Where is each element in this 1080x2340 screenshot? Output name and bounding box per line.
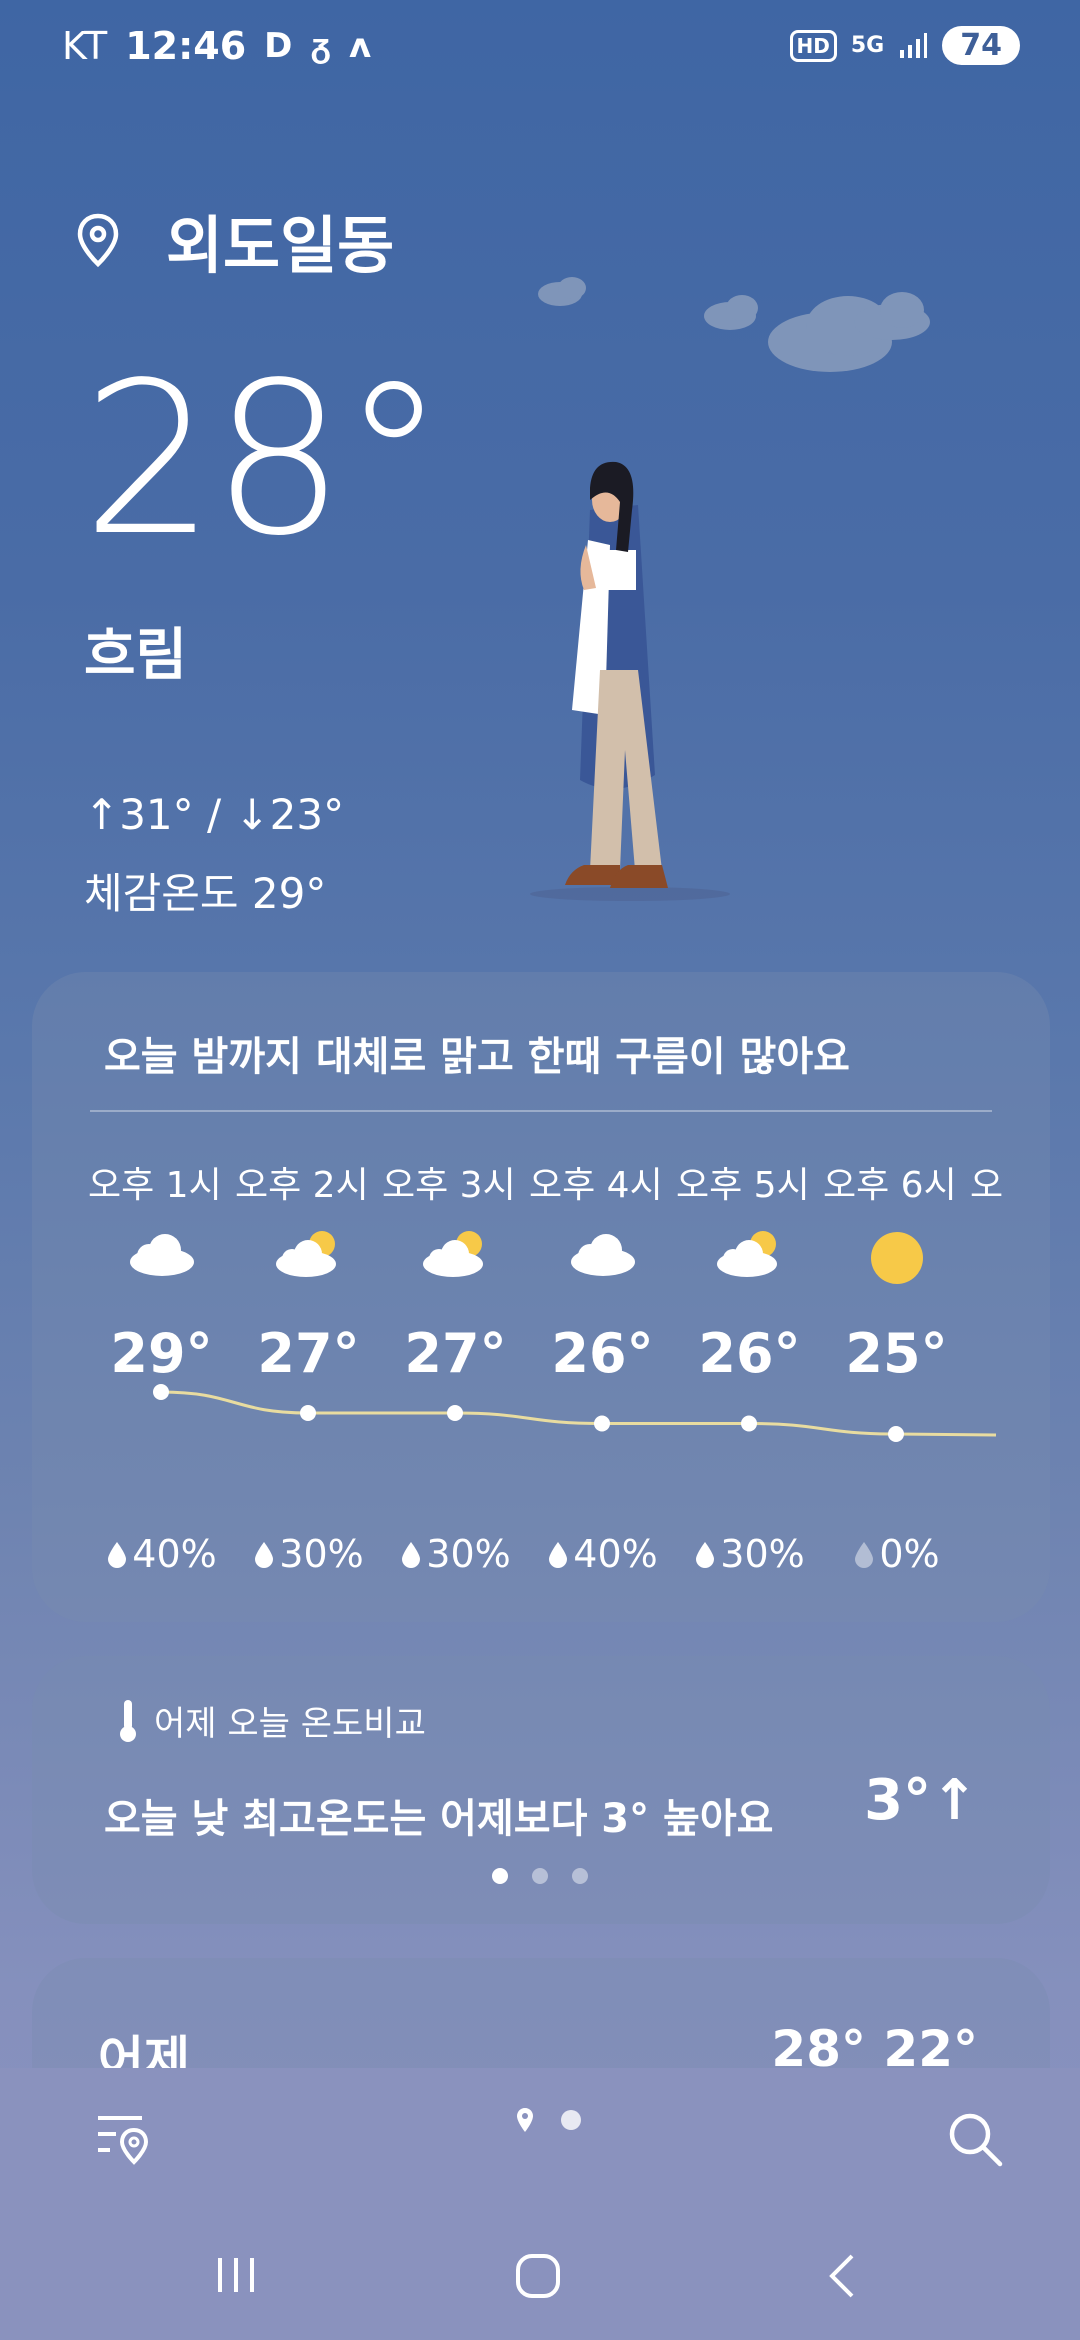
precip-value: 30% bbox=[279, 1532, 364, 1576]
half-drop-icon bbox=[549, 1542, 568, 1568]
precip-item: 30% bbox=[235, 1532, 382, 1576]
temperature-line bbox=[160, 1390, 997, 1437]
battery-indicator: 74 bbox=[942, 26, 1020, 65]
current-temperature: 28° bbox=[82, 337, 446, 582]
hour-labels[interactable]: 오후 1시 오후 2시 오후 3시 오후 4시 오후 5시 오후 6시 오 bbox=[88, 1156, 1028, 1208]
feels-like-temperature: 체감온도 29° bbox=[84, 869, 327, 918]
hour-label: 오후 3시 bbox=[382, 1165, 516, 1206]
high-low-temperature: ↑31° / ↓23° bbox=[84, 790, 345, 839]
divider bbox=[90, 1110, 992, 1112]
hourly-forecast-card[interactable]: 오늘 밤까지 대체로 맑고 한때 구름이 많아요 오후 1시 오후 2시 오후 … bbox=[32, 972, 1050, 1622]
precip-value: 30% bbox=[426, 1532, 511, 1576]
precip-value: 30% bbox=[720, 1532, 805, 1576]
hour-label: 오후 6시 bbox=[823, 1165, 957, 1206]
signal-icon bbox=[900, 32, 928, 58]
status-bar-right: HD 5G 74 bbox=[789, 26, 1020, 65]
page-indicator[interactable] bbox=[492, 1868, 588, 1884]
temperature-point bbox=[300, 1405, 316, 1421]
page-dot-active[interactable] bbox=[492, 1868, 508, 1884]
location-name: 외도일동 bbox=[166, 209, 395, 282]
partly-cloudy-icon bbox=[422, 1231, 483, 1277]
precip-item: 40% bbox=[88, 1532, 235, 1576]
partly-cloudy-icon bbox=[716, 1231, 777, 1277]
comparison-diff: 3°↑ bbox=[864, 1768, 978, 1833]
precip-item: 30% bbox=[676, 1532, 823, 1576]
network-5g-icon: 5G bbox=[850, 32, 885, 58]
hour-temp: 26° bbox=[551, 1322, 654, 1385]
temperature-point bbox=[153, 1384, 169, 1400]
clock: 12:46 bbox=[125, 24, 247, 68]
weather-condition: 흐림 bbox=[84, 623, 188, 688]
sun-icon bbox=[870, 1232, 923, 1284]
hour-temp: 25° bbox=[845, 1322, 948, 1385]
forecast-summary: 오늘 밤까지 대체로 맑고 한때 구름이 많아요 bbox=[104, 1034, 850, 1080]
hour-temp: 27° bbox=[404, 1322, 507, 1385]
location-list-icon[interactable] bbox=[96, 2110, 152, 2166]
thermometer-icon bbox=[120, 1699, 136, 1742]
cloud-illustration bbox=[538, 277, 930, 372]
recent-apps-button[interactable] bbox=[214, 2254, 258, 2296]
hour-label: 오후 4시 bbox=[529, 1165, 663, 1206]
precip-value: 0% bbox=[879, 1532, 940, 1576]
hd-voice-icon: HD bbox=[789, 29, 837, 62]
hour-label: 오후 1시 bbox=[88, 1165, 222, 1206]
comparison-text: 오늘 낮 최고온도는 어제보다 3° 높아요 bbox=[104, 1796, 774, 1842]
page-dot[interactable] bbox=[572, 1868, 588, 1884]
empty-drop-icon bbox=[855, 1542, 874, 1568]
hour-label-partial: 오 bbox=[970, 1165, 1004, 1206]
weather-icons-row bbox=[88, 1228, 970, 1288]
carrier-label: KT bbox=[62, 24, 108, 68]
hour-temp: 26° bbox=[698, 1322, 801, 1385]
notification-app-icon: ᵹ bbox=[310, 26, 332, 66]
precipitation-row: 40% 30% 30% 40% 30% 0% bbox=[88, 1532, 970, 1576]
partly-cloudy-icon bbox=[275, 1231, 336, 1277]
temperature-point bbox=[741, 1415, 757, 1432]
temperature-point bbox=[447, 1405, 463, 1421]
weather-illustration bbox=[530, 277, 930, 901]
person-illustration bbox=[530, 461, 730, 901]
precip-item: 30% bbox=[382, 1532, 529, 1576]
bottom-bar bbox=[0, 2068, 1080, 2340]
precip-value: 40% bbox=[132, 1532, 217, 1576]
half-drop-icon bbox=[108, 1542, 127, 1568]
home-button[interactable] bbox=[514, 2252, 562, 2300]
cloud-icon bbox=[129, 1234, 194, 1276]
temperature-graph bbox=[153, 1384, 997, 1442]
cloud-icon bbox=[570, 1234, 635, 1276]
location-header[interactable]: 외도일동 bbox=[74, 195, 394, 285]
hour-temp: 29° bbox=[110, 1322, 213, 1385]
notification-d-icon: D bbox=[264, 26, 293, 66]
location-pin-icon bbox=[77, 213, 119, 268]
half-drop-icon bbox=[255, 1542, 274, 1568]
hour-label: 오후 2시 bbox=[235, 1165, 369, 1206]
temperature-comparison-card[interactable]: 어제 오늘 온도비교 오늘 낮 최고온도는 어제보다 3° 높아요 3°↑ bbox=[32, 1656, 1050, 1924]
hour-label: 오후 5시 bbox=[676, 1165, 810, 1206]
precip-item: 40% bbox=[529, 1532, 676, 1576]
hour-temp: 27° bbox=[257, 1322, 360, 1385]
page-dot[interactable] bbox=[532, 1868, 548, 1884]
location-page-indicator[interactable] bbox=[514, 2106, 584, 2136]
precip-value: 40% bbox=[573, 1532, 658, 1576]
status-bar-left: KT 12:46 D ᵹ ʌ bbox=[62, 24, 371, 68]
search-icon[interactable] bbox=[946, 2110, 1006, 2170]
comparison-header: 어제 오늘 온도비교 bbox=[118, 1696, 426, 1745]
half-drop-icon bbox=[696, 1542, 715, 1568]
temperature-point bbox=[888, 1426, 904, 1442]
comparison-label: 어제 오늘 온도비교 bbox=[154, 1704, 426, 1744]
half-drop-icon bbox=[402, 1542, 421, 1568]
precip-item: 0% bbox=[823, 1532, 970, 1576]
hourly-temps-row: 29° 27° 27° 26° 26° 25° bbox=[88, 1322, 970, 1385]
back-button[interactable] bbox=[824, 2252, 860, 2300]
temperature-point bbox=[594, 1415, 610, 1432]
notification-caret-icon: ʌ bbox=[349, 26, 372, 66]
